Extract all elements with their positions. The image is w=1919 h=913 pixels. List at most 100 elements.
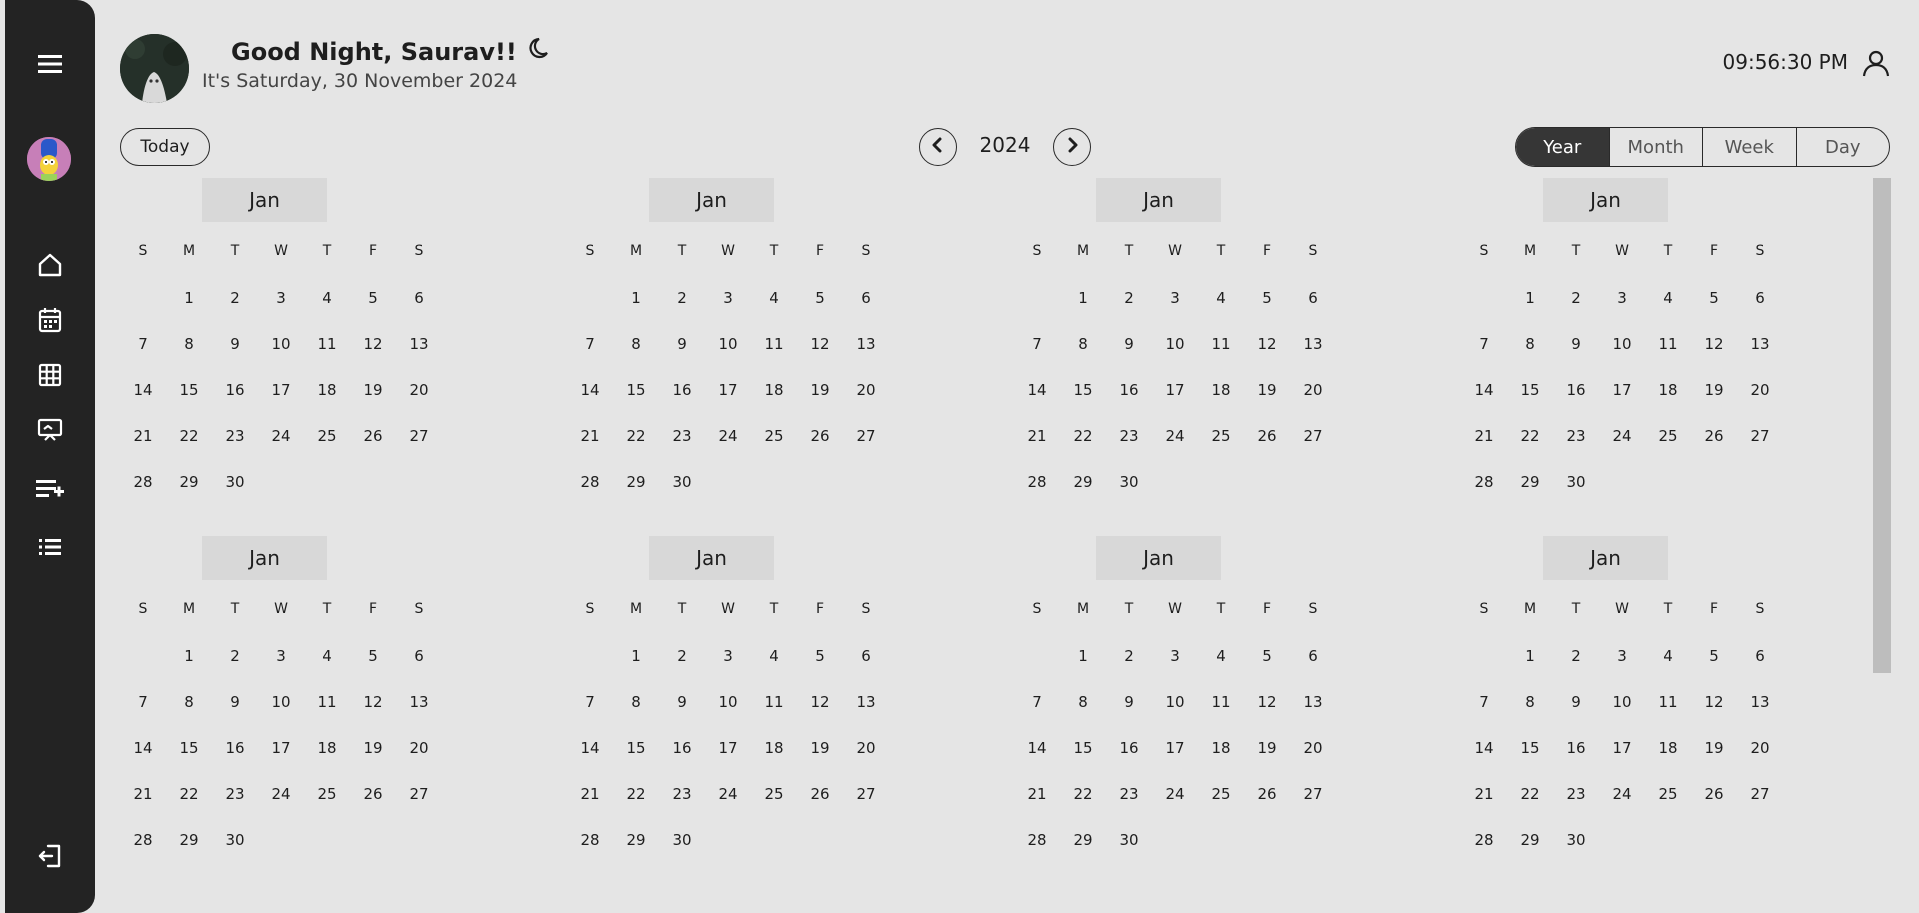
list-icon[interactable]	[5, 527, 95, 567]
day-cell[interactable]: 30	[659, 831, 705, 849]
day-cell[interactable]: 24	[1599, 785, 1645, 803]
day-cell[interactable]: 10	[1599, 335, 1645, 353]
day-cell[interactable]: 27	[1737, 427, 1783, 445]
day-cell[interactable]: 6	[1737, 289, 1783, 307]
day-cell[interactable]: 17	[705, 381, 751, 399]
home-icon[interactable]	[5, 245, 95, 285]
day-cell[interactable]: 28	[1014, 473, 1060, 491]
day-cell[interactable]: 27	[843, 427, 889, 445]
day-cell[interactable]: 30	[212, 473, 258, 491]
day-cell[interactable]: 13	[1290, 335, 1336, 353]
day-cell[interactable]: 24	[258, 785, 304, 803]
day-cell[interactable]: 6	[843, 647, 889, 665]
day-cell[interactable]: 26	[1244, 785, 1290, 803]
month-title[interactable]: Jan	[1096, 536, 1221, 580]
day-cell[interactable]: 12	[797, 335, 843, 353]
day-cell[interactable]: 15	[1060, 739, 1106, 757]
day-cell[interactable]: 3	[1152, 647, 1198, 665]
day-cell[interactable]: 28	[120, 831, 166, 849]
day-cell[interactable]: 13	[843, 693, 889, 711]
day-cell[interactable]: 7	[1014, 693, 1060, 711]
day-cell[interactable]: 23	[212, 427, 258, 445]
day-cell[interactable]: 27	[1290, 427, 1336, 445]
day-cell[interactable]: 18	[751, 381, 797, 399]
day-cell[interactable]: 18	[1645, 739, 1691, 757]
day-cell[interactable]: 17	[1599, 739, 1645, 757]
day-cell[interactable]: 10	[1599, 693, 1645, 711]
day-cell[interactable]: 20	[1290, 739, 1336, 757]
day-cell[interactable]: 13	[1290, 693, 1336, 711]
day-cell[interactable]: 14	[120, 739, 166, 757]
day-cell[interactable]: 7	[567, 693, 613, 711]
day-cell[interactable]: 22	[1507, 785, 1553, 803]
day-cell[interactable]: 24	[705, 427, 751, 445]
day-cell[interactable]: 23	[659, 785, 705, 803]
day-cell[interactable]: 15	[1060, 381, 1106, 399]
day-cell[interactable]: 25	[1198, 427, 1244, 445]
day-cell[interactable]: 28	[1014, 831, 1060, 849]
day-cell[interactable]: 9	[1553, 335, 1599, 353]
day-cell[interactable]: 26	[797, 785, 843, 803]
day-cell[interactable]: 27	[396, 427, 442, 445]
day-cell[interactable]: 16	[1553, 381, 1599, 399]
day-cell[interactable]: 10	[705, 693, 751, 711]
day-cell[interactable]: 11	[1645, 693, 1691, 711]
day-cell[interactable]: 1	[1060, 289, 1106, 307]
day-cell[interactable]: 1	[166, 647, 212, 665]
day-cell[interactable]: 14	[1461, 381, 1507, 399]
day-cell[interactable]: 19	[797, 381, 843, 399]
day-cell[interactable]: 8	[613, 693, 659, 711]
day-cell[interactable]: 2	[1106, 647, 1152, 665]
day-cell[interactable]: 24	[1599, 427, 1645, 445]
day-cell[interactable]: 29	[1060, 473, 1106, 491]
day-cell[interactable]: 16	[1106, 739, 1152, 757]
day-cell[interactable]: 5	[350, 647, 396, 665]
month-title[interactable]: Jan	[202, 536, 327, 580]
day-cell[interactable]: 3	[1599, 289, 1645, 307]
view-year-tab[interactable]: Year	[1516, 128, 1609, 166]
day-cell[interactable]: 3	[705, 647, 751, 665]
day-cell[interactable]: 8	[1060, 335, 1106, 353]
day-cell[interactable]: 2	[1553, 289, 1599, 307]
day-cell[interactable]: 14	[567, 381, 613, 399]
day-cell[interactable]: 25	[751, 427, 797, 445]
day-cell[interactable]: 2	[1106, 289, 1152, 307]
day-cell[interactable]: 4	[304, 647, 350, 665]
scrollbar[interactable]	[1873, 178, 1891, 673]
day-cell[interactable]: 12	[350, 335, 396, 353]
day-cell[interactable]: 6	[1290, 647, 1336, 665]
day-cell[interactable]: 15	[166, 739, 212, 757]
day-cell[interactable]: 10	[258, 693, 304, 711]
day-cell[interactable]: 18	[1645, 381, 1691, 399]
day-cell[interactable]: 1	[1507, 289, 1553, 307]
day-cell[interactable]: 7	[120, 693, 166, 711]
day-cell[interactable]: 21	[1014, 785, 1060, 803]
day-cell[interactable]: 7	[120, 335, 166, 353]
day-cell[interactable]: 3	[1152, 289, 1198, 307]
day-cell[interactable]: 13	[396, 693, 442, 711]
view-month-tab[interactable]: Month	[1608, 128, 1703, 166]
day-cell[interactable]: 26	[797, 427, 843, 445]
day-cell[interactable]: 4	[1198, 647, 1244, 665]
day-cell[interactable]: 16	[1106, 381, 1152, 399]
day-cell[interactable]: 30	[1553, 831, 1599, 849]
day-cell[interactable]: 14	[1014, 739, 1060, 757]
day-cell[interactable]: 16	[659, 739, 705, 757]
day-cell[interactable]: 4	[1198, 289, 1244, 307]
day-cell[interactable]: 27	[1290, 785, 1336, 803]
day-cell[interactable]: 5	[1691, 289, 1737, 307]
day-cell[interactable]: 24	[258, 427, 304, 445]
day-cell[interactable]: 5	[350, 289, 396, 307]
view-week-tab[interactable]: Week	[1702, 128, 1796, 166]
day-cell[interactable]: 5	[1244, 647, 1290, 665]
month-title[interactable]: Jan	[202, 178, 327, 222]
day-cell[interactable]: 29	[613, 473, 659, 491]
day-cell[interactable]: 21	[567, 427, 613, 445]
day-cell[interactable]: 25	[1198, 785, 1244, 803]
day-cell[interactable]: 28	[1461, 473, 1507, 491]
month-title[interactable]: Jan	[1096, 178, 1221, 222]
day-cell[interactable]: 26	[1691, 785, 1737, 803]
day-cell[interactable]: 24	[1152, 785, 1198, 803]
day-cell[interactable]: 19	[797, 739, 843, 757]
day-cell[interactable]: 3	[1599, 647, 1645, 665]
